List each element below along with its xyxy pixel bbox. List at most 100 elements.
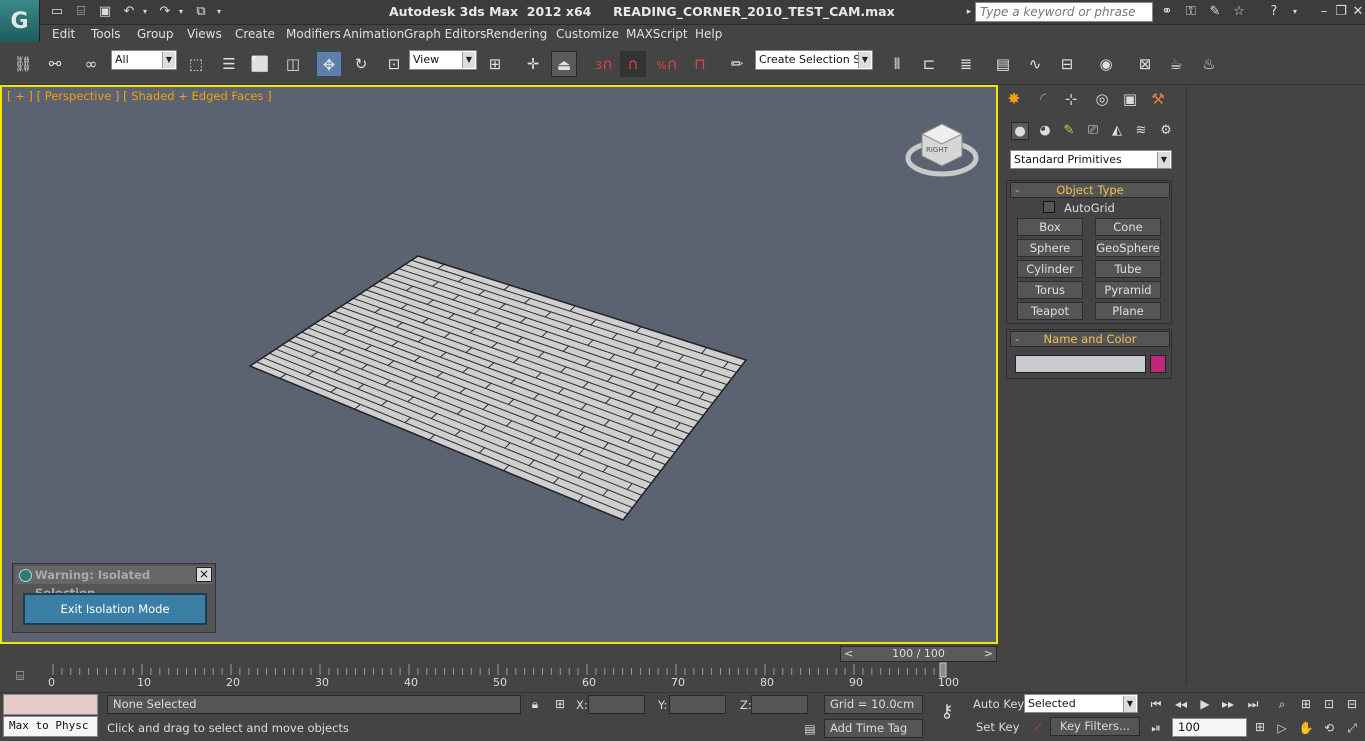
- named-selection-set-dropdown[interactable]: Create Selection Se ▼: [755, 50, 873, 70]
- graphite-modeling-icon[interactable]: ▤: [990, 51, 1016, 77]
- go-to-start-icon[interactable]: ⏮: [1147, 695, 1165, 713]
- viewport-label[interactable]: [ + ] [ Perspective ] [ Shaded + Edged F…: [7, 89, 272, 103]
- orbit-icon[interactable]: ⟲: [1320, 719, 1338, 737]
- menu-create[interactable]: Create: [235, 27, 275, 41]
- teapot-button[interactable]: Teapot: [1017, 302, 1083, 320]
- motion-tab-icon[interactable]: ◎: [1093, 90, 1111, 108]
- zoom-extents-all-icon[interactable]: ⊟: [1343, 695, 1361, 713]
- tube-button[interactable]: Tube: [1095, 260, 1161, 278]
- redo-icon[interactable]: ↷: [156, 3, 174, 21]
- time-configuration-icon[interactable]: ⊞: [1251, 718, 1269, 736]
- schematic-view-icon[interactable]: ⊟: [1054, 51, 1080, 77]
- helpers-category-icon[interactable]: ◭: [1108, 122, 1126, 140]
- go-to-end-icon[interactable]: ⏭: [1244, 695, 1262, 713]
- new-file-icon[interactable]: ▭: [48, 3, 66, 21]
- primitive-type-dropdown[interactable]: Standard Primitives ▼: [1010, 150, 1172, 169]
- undo-icon[interactable]: ↶: [120, 3, 138, 21]
- add-time-tag-button[interactable]: Add Time Tag: [824, 719, 923, 738]
- key-filters-button[interactable]: Key Filters...: [1050, 717, 1140, 736]
- edit-named-selection-icon[interactable]: ✏: [724, 51, 750, 77]
- select-by-name-icon[interactable]: ☰: [216, 51, 242, 77]
- unlink-selection-icon[interactable]: ⚯: [42, 51, 68, 77]
- maxscript-listener-color[interactable]: [3, 694, 98, 715]
- select-and-scale-icon[interactable]: ⊡: [381, 51, 407, 77]
- zoom-all-icon[interactable]: ⊞: [1297, 695, 1315, 713]
- render-setup-icon[interactable]: ⊠: [1132, 51, 1158, 77]
- space-warps-category-icon[interactable]: ≋: [1132, 122, 1150, 140]
- keyboard-shortcut-override-icon[interactable]: ⏏: [551, 51, 577, 77]
- subscription-key-icon[interactable]: ⚿: [1182, 3, 1200, 21]
- menu-maxscript[interactable]: MAXScript: [626, 27, 688, 41]
- select-and-link-icon[interactable]: ⛓: [10, 51, 36, 77]
- play-icon[interactable]: ▶: [1196, 695, 1214, 713]
- help-icon[interactable]: ?: [1265, 3, 1283, 21]
- next-key-icon[interactable]: ▸▸: [1219, 695, 1237, 713]
- systems-category-icon[interactable]: ⚙: [1157, 122, 1175, 140]
- object-type-header[interactable]: - Object Type: [1010, 182, 1170, 198]
- percent-snap-icon[interactable]: %∩: [654, 51, 680, 77]
- material-editor-icon[interactable]: ◉: [1093, 51, 1119, 77]
- undo-dropdown-icon[interactable]: ▾: [140, 3, 150, 21]
- select-and-manipulate-icon[interactable]: ✛: [520, 51, 546, 77]
- rectangular-selection-icon[interactable]: ⬜: [247, 51, 273, 77]
- reference-coordinate-dropdown[interactable]: View ▼: [409, 50, 477, 70]
- absolute-transform-icon[interactable]: ⊞: [551, 695, 569, 713]
- previous-key-icon[interactable]: ◂◂: [1172, 695, 1190, 713]
- utilities-tab-icon[interactable]: ⚒: [1149, 90, 1167, 108]
- z-coordinate-input[interactable]: [751, 695, 808, 714]
- app-logo-icon[interactable]: G: [0, 0, 40, 42]
- align-icon[interactable]: ⊏: [916, 51, 942, 77]
- snaps-toggle-icon[interactable]: 3∩: [591, 51, 617, 77]
- mirror-icon[interactable]: ⫴: [884, 51, 910, 77]
- redo-dropdown-icon[interactable]: ▾: [176, 3, 186, 21]
- plane-button[interactable]: Plane: [1095, 302, 1161, 320]
- lights-category-icon[interactable]: ✎: [1060, 122, 1078, 140]
- menu-help[interactable]: Help: [695, 27, 722, 41]
- sphere-button[interactable]: Sphere: [1017, 239, 1083, 257]
- box-button[interactable]: Box: [1017, 218, 1083, 236]
- wood-floor-mesh[interactable]: [240, 250, 760, 530]
- warning-close-button[interactable]: ×: [196, 567, 212, 582]
- time-tag-icon[interactable]: ▤: [801, 720, 819, 738]
- menu-graph-editors[interactable]: Graph Editors: [404, 27, 486, 41]
- quick-access-dropdown-icon[interactable]: ▾: [214, 3, 224, 21]
- close-window-icon[interactable]: ✕: [1349, 3, 1365, 21]
- pan-view-icon[interactable]: ✋: [1297, 719, 1315, 737]
- help-dropdown-icon[interactable]: ▾: [1286, 3, 1304, 21]
- angle-snap-icon[interactable]: ∩: [620, 51, 646, 77]
- bind-to-space-warp-icon[interactable]: ∞: [78, 51, 104, 77]
- current-frame-input[interactable]: 100: [1172, 718, 1247, 737]
- set-key-mode-key-icon[interactable]: ⚷: [930, 703, 964, 721]
- menu-animation[interactable]: Animation: [343, 27, 404, 41]
- layer-manager-icon[interactable]: ≣: [953, 51, 979, 77]
- selection-filter-dropdown[interactable]: All ▼: [111, 50, 177, 70]
- lock-selection-icon[interactable]: 🔒︎: [526, 695, 544, 713]
- communication-icon[interactable]: ✎: [1206, 3, 1224, 21]
- use-pivot-center-icon[interactable]: ⊞: [482, 51, 508, 77]
- select-and-rotate-icon[interactable]: ↻: [348, 51, 374, 77]
- cone-button[interactable]: Cone: [1095, 218, 1161, 236]
- warning-title[interactable]: Warning: Isolated Selection: [15, 566, 213, 600]
- object-name-input[interactable]: [1015, 355, 1146, 373]
- hierarchy-tab-icon[interactable]: ⊹: [1062, 90, 1080, 108]
- menu-tools[interactable]: Tools: [91, 27, 121, 41]
- default-in-out-tangent-icon[interactable]: ⟋: [1029, 718, 1047, 736]
- zoom-icon[interactable]: ⌕: [1273, 695, 1291, 713]
- modify-tab-icon[interactable]: ◜: [1034, 90, 1052, 108]
- minimize-icon[interactable]: –: [1315, 3, 1333, 21]
- save-file-icon[interactable]: ▣: [96, 3, 114, 21]
- shapes-category-icon[interactable]: ◕: [1036, 122, 1054, 140]
- restore-icon[interactable]: ❐: [1332, 3, 1350, 21]
- next-frame-button[interactable]: >: [984, 647, 993, 661]
- key-mode-dropdown[interactable]: Selected ▼: [1024, 694, 1138, 713]
- cylinder-button[interactable]: Cylinder: [1017, 260, 1083, 278]
- spinner-snap-icon[interactable]: ⊓: [687, 51, 713, 77]
- torus-button[interactable]: Torus: [1017, 281, 1083, 299]
- object-color-swatch[interactable]: [1150, 355, 1166, 373]
- search-input[interactable]: Type a keyword or phrase: [975, 2, 1153, 22]
- display-tab-icon[interactable]: ▣: [1121, 90, 1139, 108]
- cameras-category-icon[interactable]: ⎚: [1084, 122, 1102, 140]
- exit-isolation-mode-button[interactable]: Exit Isolation Mode: [23, 593, 207, 625]
- set-key-button[interactable]: Set Key: [976, 720, 1019, 734]
- menu-modifiers[interactable]: Modifiers: [286, 27, 341, 41]
